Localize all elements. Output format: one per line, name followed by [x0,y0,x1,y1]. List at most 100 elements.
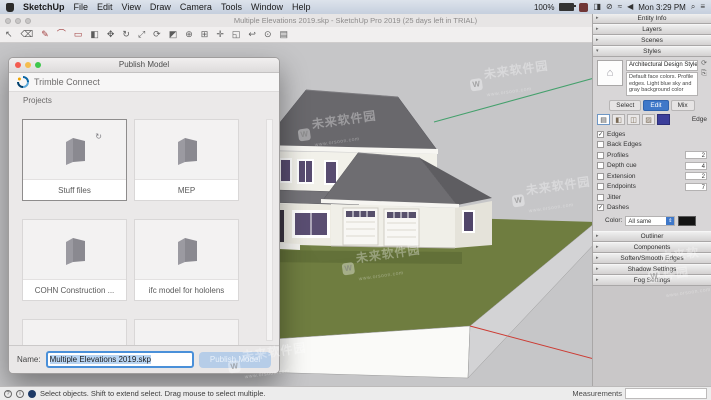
tab-select[interactable]: Select [609,100,641,111]
dialog-minimize-button[interactable] [25,62,31,68]
help-icon[interactable]: ? [4,390,12,398]
do-not-disturb-icon[interactable]: ⊘ [606,0,613,14]
tab-edit[interactable]: Edit [643,100,668,111]
display-icon[interactable]: ◨ [593,0,601,14]
edge-color-swatch[interactable] [678,216,696,226]
brand-row: Trimble Connect [9,73,279,92]
back-edges-checkbox[interactable] [597,141,604,148]
window-close-button[interactable] [5,18,11,24]
collapse-arrow-icon: ▸ [596,254,599,263]
style-thumbnail[interactable]: ⌂ [597,60,623,86]
volume-icon[interactable]: ◀ [627,0,633,14]
collapse-arrow-icon: ▸ [596,243,599,252]
face-settings-icon[interactable]: ◧ [612,114,625,125]
depth-cue-checkbox[interactable] [597,162,604,169]
style-name-input[interactable]: Architectural Design Style [626,60,698,71]
scale-tool-icon[interactable]: ⤢ [138,27,145,42]
paint-tool-icon[interactable]: ◩ [169,27,178,42]
extension-checkbox[interactable] [597,173,604,180]
style-description[interactable]: Default face colors. Profile edges. Ligh… [626,72,698,96]
orbit-tool-icon[interactable]: ⟳ [153,27,161,42]
dialog-zoom-button[interactable] [35,62,41,68]
section-tool-icon[interactable]: ▤ [279,27,288,42]
menu-file[interactable]: File [74,0,89,14]
offset-tool-icon[interactable]: ⊙ [264,27,272,42]
dashes-checkbox[interactable]: ✓ [597,204,604,211]
background-settings-icon[interactable]: ◫ [627,114,640,125]
menu-tools[interactable]: Tools [221,0,242,14]
tray-section-scenes[interactable]: ▸Scenes [593,35,711,46]
menu-sketchup[interactable]: SketchUp [23,0,65,14]
zoom-tool-icon[interactable]: ⊕ [185,27,193,42]
project-label: ifc model for hololens [135,279,238,300]
previous-view-tool-icon[interactable]: ↩ [248,27,256,42]
window-minimize-button[interactable] [15,18,21,24]
zoom-extents-tool-icon[interactable]: ◱ [232,27,241,42]
measurements-input[interactable] [625,388,707,399]
info-icon[interactable]: i [16,390,24,398]
wifi-icon[interactable]: ≈ [618,0,622,14]
menubar-app-icon[interactable] [579,3,588,12]
arc-tool-icon[interactable]: ⌒ [57,27,66,42]
tray-section-layers[interactable]: ▸Layers [593,24,711,35]
project-tile-stuff-files[interactable]: ↻ Stuff files [22,119,127,201]
rectangle-tool-icon[interactable]: ▭ [74,27,83,42]
select-tool-icon[interactable]: ↖ [5,27,13,42]
edges-checkbox[interactable]: ✓ [597,131,604,138]
dialog-close-button[interactable] [15,62,21,68]
project-tile-ifc[interactable]: ifc model for hololens [134,219,239,301]
move-tool-icon[interactable]: ✥ [107,27,115,42]
project-tile-cohn[interactable]: COHN Construction ... [22,219,127,301]
geolocation-icon[interactable] [28,390,36,398]
tray-section-outliner[interactable]: ▸Outliner [593,231,711,242]
control-center-icon[interactable]: ≡ [700,0,705,14]
depth-cue-value-input[interactable]: 4 [685,162,707,170]
row-edges: ✓ Edges [597,130,707,138]
window-zoom-button[interactable] [25,18,31,24]
watermark-settings-icon[interactable]: ▨ [642,114,655,125]
publish-model-button[interactable]: Publish Model [199,352,271,368]
pan-tool-icon[interactable]: ✛ [216,27,224,42]
spotlight-icon[interactable]: ⌕ [691,0,695,14]
pushpull-tool-icon[interactable]: ◧ [90,27,99,42]
collapse-arrow-icon: ▸ [596,265,599,274]
tray-section-shadow-settings[interactable]: ▸Shadow Settings [593,264,711,275]
menu-camera[interactable]: Camera [180,0,212,14]
project-tile-mep[interactable]: MEP [134,119,239,201]
window-title: Multiple Elevations 2019.skp - SketchUp … [60,14,651,27]
menu-draw[interactable]: Draw [150,0,171,14]
style-new-icon[interactable]: ⎘ [701,70,707,77]
menu-clock[interactable]: Mon 3:29 PM [638,3,686,12]
dialog-scrollbar[interactable] [266,119,273,341]
apple-menu-icon[interactable] [6,3,14,12]
eraser-tool-icon[interactable]: ⌫ [21,27,34,42]
menu-window[interactable]: Window [251,0,283,14]
modeling-settings-icon[interactable] [657,114,670,125]
profiles-checkbox[interactable] [597,152,604,159]
edge-settings-icon[interactable]: ▤ [597,114,610,125]
tray-section-soften-smooth[interactable]: ▸Soften/Smooth Edges [593,253,711,264]
menu-edit[interactable]: Edit [97,0,113,14]
menu-help[interactable]: Help [292,0,311,14]
model-name-input[interactable]: Multiple Elevations 2019.skp [46,351,194,368]
tray-section-entity-info[interactable]: ▸Entity Info [593,13,711,24]
menu-view[interactable]: View [122,0,141,14]
line-tool-icon[interactable]: ✎ [41,27,49,42]
row-depth-cue: Depth cue 4 [597,162,707,170]
dialog-footer: Name: Multiple Elevations 2019.skp Publi… [9,345,279,373]
zoom-window-tool-icon[interactable]: ⊞ [201,27,209,42]
edge-color-dropdown[interactable]: All same ⇕ [625,216,675,226]
endpoints-checkbox[interactable] [597,183,604,190]
tray-section-components[interactable]: ▸Components [593,242,711,253]
tray-section-styles[interactable]: ▾Styles [593,46,711,57]
jitter-checkbox[interactable] [597,194,604,201]
styles-tabs: Select Edit Mix [597,100,707,111]
endpoints-value-input[interactable]: 7 [685,183,707,191]
extension-value-input[interactable]: 2 [685,172,707,180]
row-jitter: Jitter [597,193,707,201]
tray-section-fog-settings[interactable]: ▸Fog Settings [593,275,711,286]
profiles-value-input[interactable]: 2 [685,151,707,159]
rotate-tool-icon[interactable]: ↻ [122,27,130,42]
style-update-icon[interactable]: ⟳ [701,60,707,67]
tab-mix[interactable]: Mix [671,100,695,111]
